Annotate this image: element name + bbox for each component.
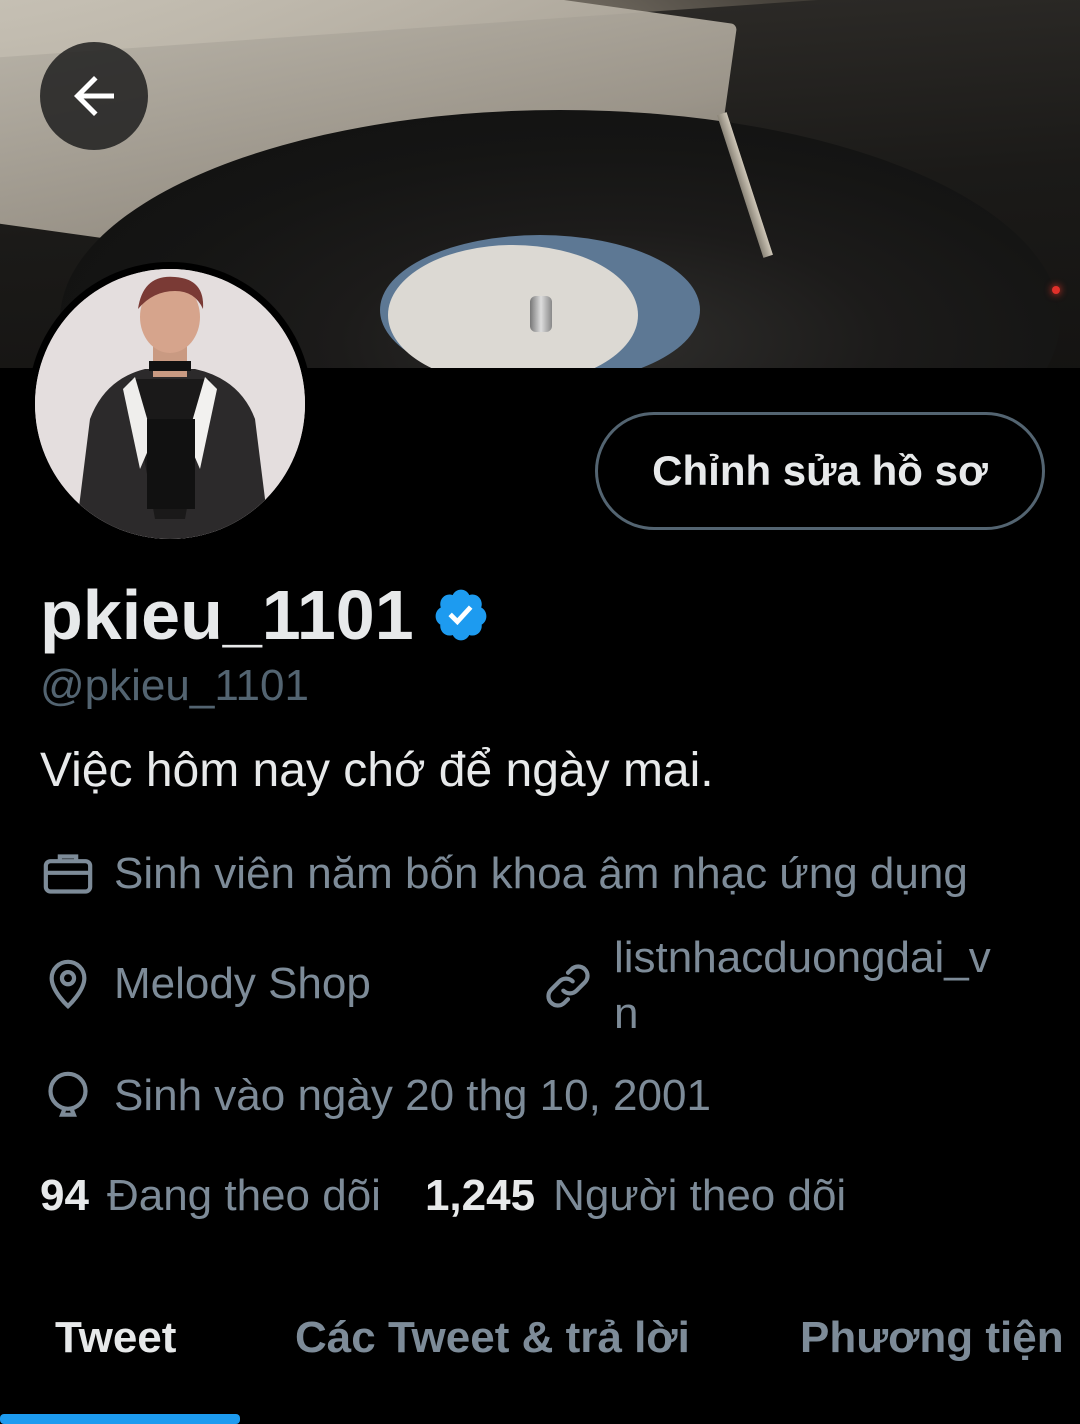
arrow-left-icon (74, 76, 114, 116)
occupation-text: Sinh viên năm bốn khoa âm nhạc ứng dụng (114, 849, 968, 898)
follow-stats: 94 Đang theo dõi 1,245 Người theo dõi (40, 1168, 846, 1224)
following-stat[interactable]: 94 Đang theo dõi (40, 1168, 381, 1224)
profile-tabs: Tweet Các Tweet & trả lời Phương tiện (0, 1290, 1080, 1424)
profile-website[interactable]: listnhacduongdai_v n (540, 930, 991, 1042)
following-count: 94 (40, 1171, 89, 1220)
profile-bio: Việc hôm nay chớ để ngày mai. (40, 744, 714, 797)
edit-profile-button[interactable]: Chỉnh sửa hồ sơ (595, 412, 1045, 530)
followers-stat[interactable]: 1,245 Người theo dõi (425, 1168, 846, 1224)
website-text-line1: listnhacduongdai_v (614, 933, 991, 982)
location-pin-icon (49, 959, 87, 1010)
profile-handle: @pkieu_1101 (40, 661, 309, 710)
back-button[interactable] (40, 42, 148, 150)
profile-location: Melody Shop (40, 956, 371, 1012)
link-icon (546, 964, 590, 1008)
briefcase-icon (43, 854, 93, 894)
avatar-photo (35, 269, 305, 539)
profile-birthday: Sinh vào ngày 20 thg 10, 2001 (40, 1068, 711, 1124)
followers-label: Người theo dõi (553, 1171, 847, 1220)
balloon-icon (48, 1071, 88, 1117)
website-link[interactable]: listnhacduongdai_v n (614, 930, 991, 1042)
banner-spindle (530, 296, 552, 332)
verified-badge-icon (435, 589, 486, 641)
tab-media[interactable]: Phương tiện (800, 1310, 1064, 1366)
active-tab-indicator (0, 1414, 240, 1424)
banner-led (1052, 286, 1060, 294)
profile-occupation: Sinh viên năm bốn khoa âm nhạc ứng dụng (40, 846, 968, 902)
tab-tweets[interactable]: Tweet (55, 1310, 176, 1366)
tab-tweets-and-replies[interactable]: Các Tweet & trả lời (295, 1310, 690, 1366)
followers-count: 1,245 (424, 1171, 536, 1220)
website-text-line2: n (614, 989, 639, 1038)
profile-name-row: pkieu_1101 (40, 575, 490, 655)
avatar-portrait (35, 269, 305, 539)
location-text: Melody Shop (114, 959, 371, 1008)
profile-avatar[interactable] (28, 262, 312, 546)
following-label: Đang theo dõi (106, 1171, 381, 1220)
birthday-text: Sinh vào ngày 20 thg 10, 2001 (114, 1071, 711, 1120)
profile-display-name: pkieu_1101 (40, 576, 414, 654)
